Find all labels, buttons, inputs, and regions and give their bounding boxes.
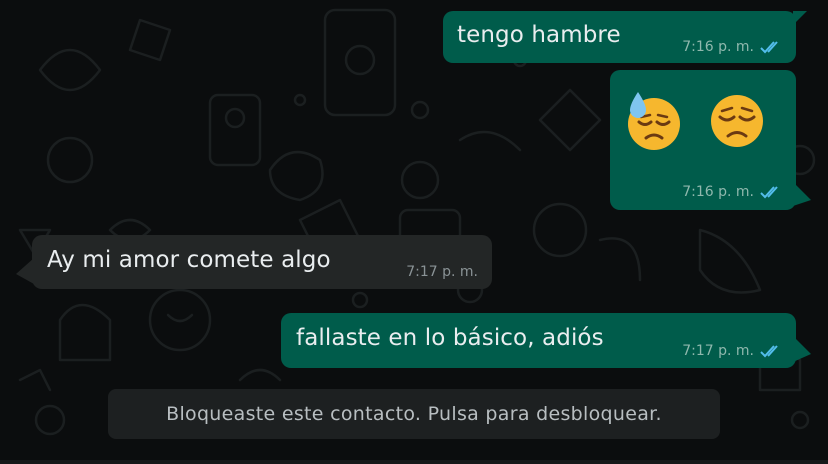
message-time: 7:16 p. m. bbox=[682, 184, 754, 200]
message-meta: 7:16 p. m. bbox=[682, 39, 782, 55]
message-time: 7:16 p. m. bbox=[682, 39, 754, 55]
blocked-contact-notice[interactable]: Bloqueaste este contacto. Pulsa para des… bbox=[108, 389, 720, 439]
bubble-tail bbox=[793, 11, 807, 25]
incoming-message[interactable]: Ay mi amor comete algo 7:17 p. m. bbox=[32, 235, 492, 289]
message-text: fallaste en lo básico, adiós bbox=[296, 325, 604, 351]
bubble-tail bbox=[793, 336, 811, 362]
message-text: tengo hambre bbox=[457, 22, 621, 48]
bubble-tail bbox=[793, 182, 811, 206]
outgoing-message[interactable]: fallaste en lo básico, adiós 7:17 p. m. bbox=[281, 313, 796, 368]
message-meta: 7:17 p. m. bbox=[406, 264, 478, 280]
downcast-face-with-sweat-icon bbox=[628, 92, 680, 150]
double-check-icon bbox=[760, 41, 778, 54]
outgoing-message[interactable]: tengo hambre 7:16 p. m. bbox=[443, 11, 796, 63]
bubble-tail bbox=[16, 258, 34, 284]
message-time: 7:17 p. m. bbox=[406, 264, 478, 280]
message-time: 7:17 p. m. bbox=[682, 343, 754, 359]
outgoing-emoji-message[interactable]: 7:16 p. m. bbox=[610, 70, 796, 210]
message-meta: 7:16 p. m. bbox=[682, 184, 782, 200]
blocked-notice-text: Bloqueaste este contacto. Pulsa para des… bbox=[166, 403, 662, 425]
double-check-icon bbox=[760, 345, 778, 358]
double-check-icon bbox=[760, 186, 778, 199]
divider bbox=[0, 460, 828, 464]
message-text: Ay mi amor comete algo bbox=[47, 247, 331, 273]
disappointed-face-icon bbox=[711, 95, 763, 147]
message-meta: 7:17 p. m. bbox=[682, 343, 782, 359]
